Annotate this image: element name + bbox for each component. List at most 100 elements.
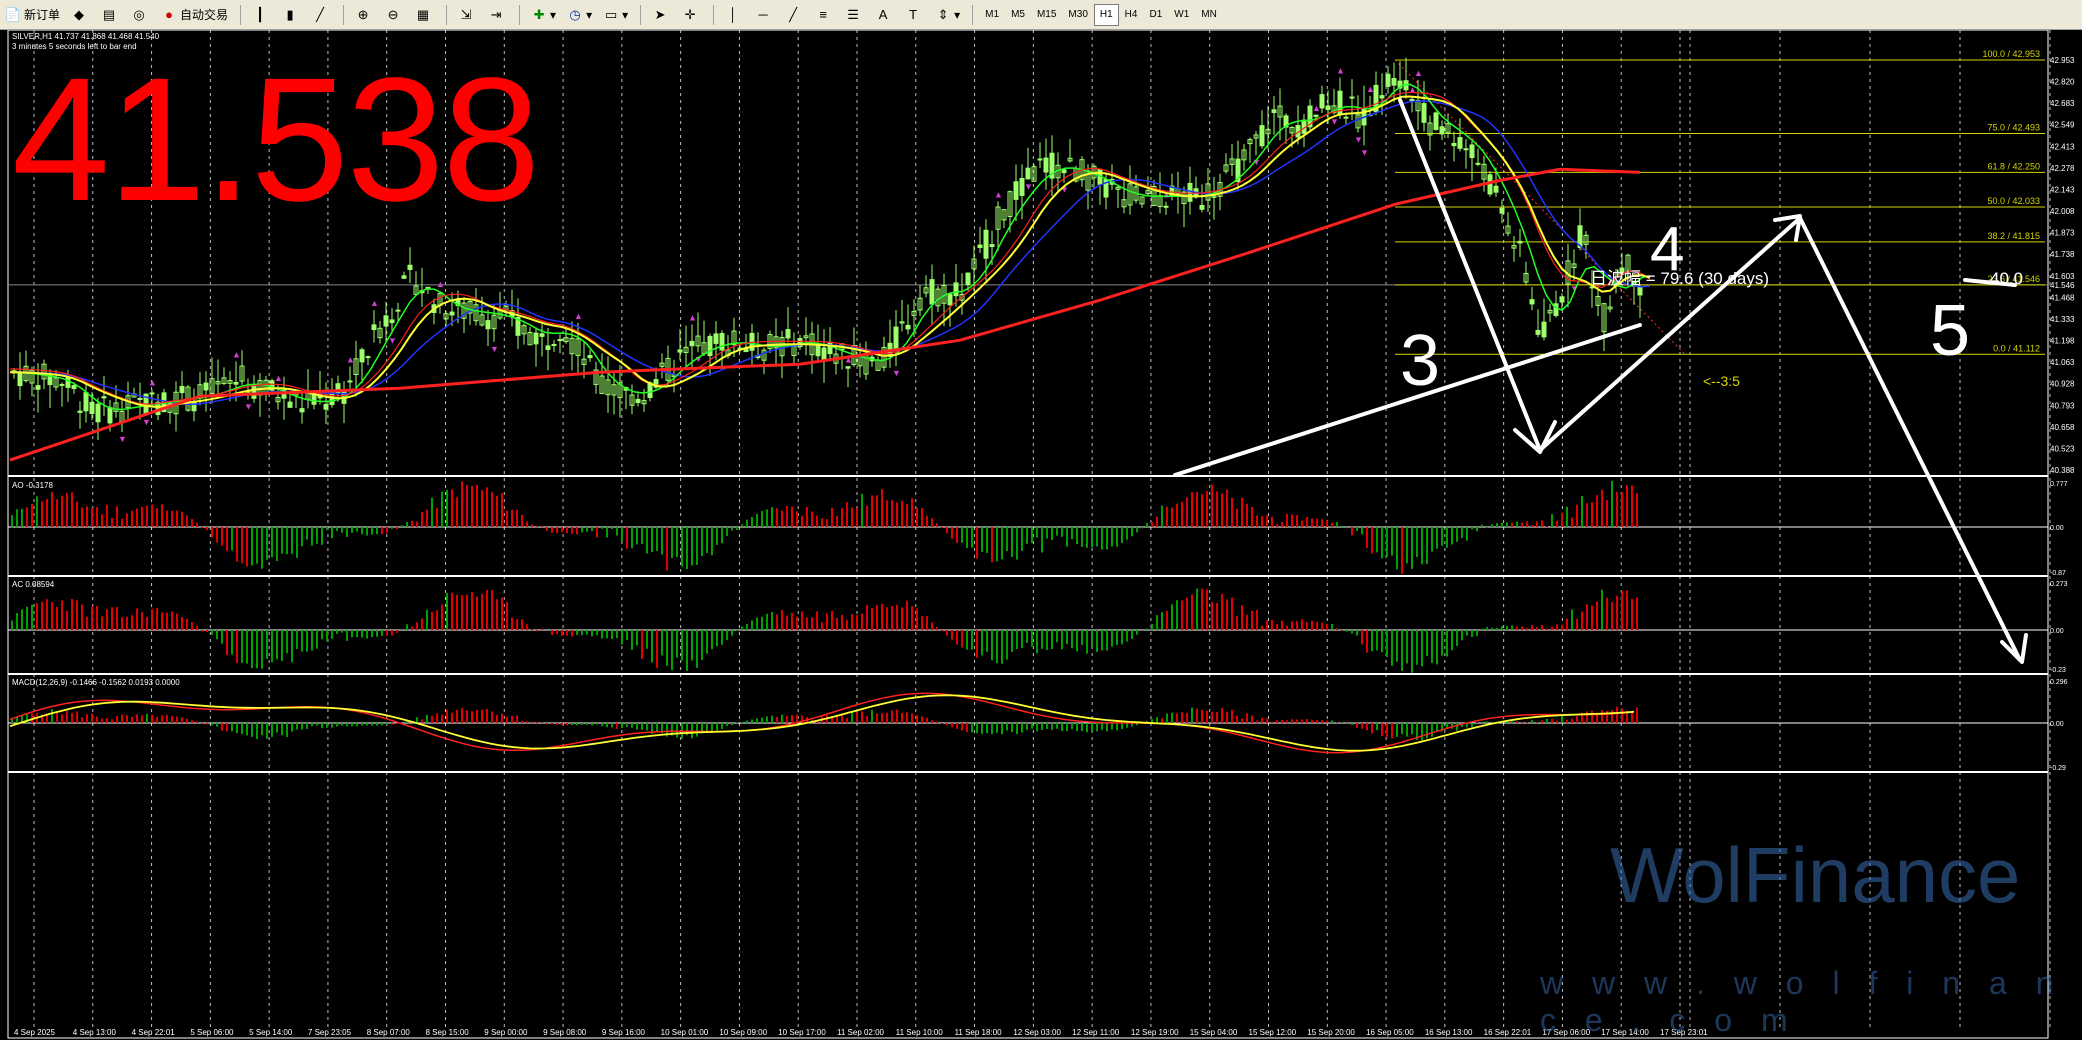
fib-level-label: 75.0 / 42.493 <box>1987 123 2040 133</box>
new-order-label: 新订单 <box>24 8 61 22</box>
candle-body <box>1541 321 1547 338</box>
time-axis-label: 12 Sep 19:00 <box>1131 1028 1179 1037</box>
symbol-info: SILVER,H1 41.737 41.868 41.468 41.540 <box>12 32 160 41</box>
bar-chart-button[interactable]: ┃ <box>247 3 275 27</box>
candle-body <box>425 286 431 289</box>
crosshair-icon: ✛ <box>684 6 696 22</box>
new-order-button[interactable]: 📄 新订单 <box>0 3 64 27</box>
fibonacci-icon: ☰ <box>847 6 859 22</box>
time-axis-label: 16 Sep 05:00 <box>1366 1028 1414 1037</box>
candle-body <box>137 398 143 401</box>
indicators-button[interactable]: ✚ ▾ <box>526 3 560 27</box>
candle-body <box>677 349 683 353</box>
candle-body <box>953 282 959 297</box>
price-axis-label: 40.928 <box>2050 380 2075 389</box>
timeframe-h1[interactable]: H1 <box>1093 3 1119 26</box>
candle-body <box>707 335 713 357</box>
periods-button[interactable]: ◷ ▾ <box>562 3 596 27</box>
candle-body <box>989 244 995 248</box>
candle-body <box>533 332 539 345</box>
label-button[interactable]: T <box>900 3 928 27</box>
fibonacci-button[interactable]: ☰ <box>840 3 868 27</box>
timeframe-h4[interactable]: H4 <box>1119 4 1144 26</box>
timeframe-d1[interactable]: D1 <box>1143 4 1168 26</box>
tile-windows-icon: ▦ <box>416 6 430 22</box>
zoom-in-icon: ⊕ <box>357 6 369 22</box>
candle-body <box>1463 148 1469 151</box>
fractal-arrow: ▲ <box>232 349 241 359</box>
price-axis-label: 42.820 <box>2050 77 2075 86</box>
arrows-button[interactable]: ⇕ ▾ <box>930 3 964 27</box>
ac-axis-label: 0.00 <box>2050 628 2064 635</box>
candle-body <box>359 349 365 363</box>
time-axis-label: 11 Sep 02:00 <box>837 1028 885 1037</box>
candle-body <box>1499 207 1505 214</box>
line-chart-button[interactable]: ╱ <box>307 3 335 27</box>
ac-label: AC 0.08594 <box>12 580 55 589</box>
candle-chart-button[interactable]: ▮ <box>277 3 305 27</box>
ac-axis-label: 0.273 <box>2050 581 2068 588</box>
fractal-arrow: ▲ <box>1414 68 1423 78</box>
timeframe-mn[interactable]: MN <box>1195 4 1223 26</box>
candle-body <box>251 384 257 399</box>
tool-button-2[interactable]: ▤ <box>96 3 124 27</box>
candle-body <box>1385 73 1391 87</box>
macd-axis-label: 0.296 <box>2050 679 2068 686</box>
zoom-in-button[interactable]: ⊕ <box>350 3 378 27</box>
crosshair-button[interactable]: ✛ <box>677 3 705 27</box>
price-axis-label: 41.063 <box>2050 358 2075 367</box>
tool-button-1[interactable]: ◆ <box>66 3 94 27</box>
candle-body <box>485 320 491 330</box>
cursor-button[interactable]: ➤ <box>647 3 675 27</box>
time-axis-label: 16 Sep 22:01 <box>1484 1028 1532 1037</box>
toolbar-divider <box>713 4 715 25</box>
fractal-arrow: ▼ <box>892 368 901 378</box>
horizontal-line-button[interactable]: ─ <box>750 3 778 27</box>
price-axis-label: 41.546 <box>2050 281 2075 290</box>
candle-body <box>551 343 557 346</box>
auto-trade-icon: ● <box>165 7 173 22</box>
candle-body <box>347 380 353 383</box>
time-axis-label: 4 Sep 22:01 <box>132 1028 176 1037</box>
candle-body <box>1043 157 1049 173</box>
candle-body <box>1199 204 1205 210</box>
templates-button[interactable]: ▭ ▾ <box>598 3 632 27</box>
tool-button-3[interactable]: ◎ <box>126 3 154 27</box>
chart-shift-button[interactable]: ⇥ <box>483 3 511 27</box>
timeframe-m30[interactable]: M30 <box>1062 4 1093 26</box>
text-button[interactable]: A <box>870 3 898 27</box>
zoom-out-button[interactable]: ⊖ <box>380 3 408 27</box>
candle-body <box>107 407 113 424</box>
timeframe-m5[interactable]: M5 <box>1005 4 1031 26</box>
auto-trade-button[interactable]: ● 自动交易 <box>156 3 232 27</box>
chart-shift-icon: ⇥ <box>490 6 502 22</box>
timeframe-m15[interactable]: M15 <box>1031 4 1062 26</box>
candle-body <box>335 383 341 395</box>
timeframe-w1[interactable]: W1 <box>1168 4 1195 26</box>
trendline-button[interactable]: ╱ <box>780 3 808 27</box>
clock-icon: ◷ <box>569 6 581 22</box>
fractal-arrow: ▼ <box>1024 182 1033 192</box>
ao-axis-label: 0.777 <box>2050 481 2068 488</box>
vertical-line-icon: │ <box>729 7 738 22</box>
candle-body <box>1469 144 1475 159</box>
line-chart-icon: ╱ <box>316 6 324 22</box>
candle-body <box>323 404 329 410</box>
channel-button[interactable]: ≡ <box>810 3 838 27</box>
candle-body <box>1325 105 1331 110</box>
autoscroll-button[interactable]: ⇲ <box>453 3 481 27</box>
timeframe-m1[interactable]: M1 <box>979 4 1005 26</box>
wave-5-label: 5 <box>1930 291 1970 371</box>
indicators-icon: ✚ <box>533 6 545 22</box>
candle-body <box>977 244 983 248</box>
gold-icon: ◆ <box>74 6 85 22</box>
fractal-arrow: ▲ <box>436 279 445 289</box>
macd-axis-label: -0.29 <box>2050 765 2066 772</box>
time-axis-label: 10 Sep 17:00 <box>778 1028 826 1037</box>
price-axis-label: 42.549 <box>2050 121 2075 130</box>
new-order-icon: 📄 <box>4 6 22 22</box>
vertical-line-button[interactable]: │ <box>720 3 748 27</box>
candle-body <box>965 272 971 286</box>
ratio-label: <--3:5 <box>1703 373 1740 389</box>
tile-windows-button[interactable]: ▦ <box>410 3 438 27</box>
